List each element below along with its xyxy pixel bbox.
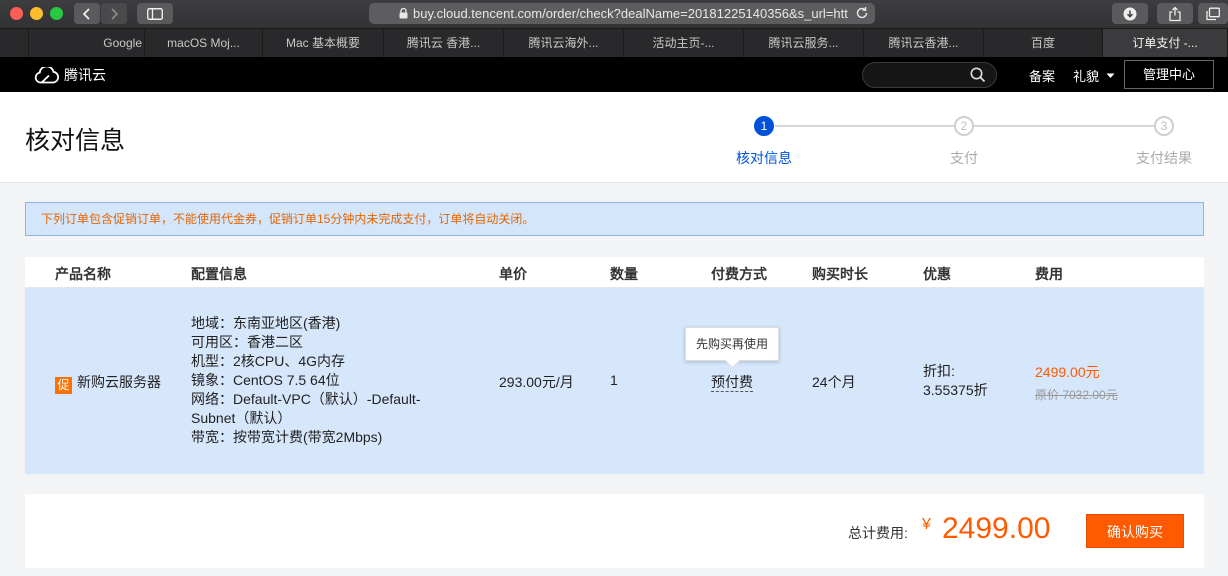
confirm-purchase-button[interactable]: 确认购买 xyxy=(1086,514,1184,548)
order-table: 产品名称 配置信息 单价 数量 付费方式 购买时长 优惠 费用 促新购云服务器 … xyxy=(25,257,1204,474)
discount-value: 3.55375折 xyxy=(923,382,988,398)
lock-icon xyxy=(399,8,408,19)
step-3-indicator: 3 xyxy=(1154,116,1174,136)
total-label: 总计费用: xyxy=(848,525,908,541)
product-cell: 促新购云服务器 xyxy=(55,372,161,394)
chevron-left-icon xyxy=(83,7,90,20)
pay-cell: 预付费 xyxy=(711,372,753,392)
search-icon[interactable] xyxy=(970,67,986,83)
tab-item[interactable]: Mac 基本概要 xyxy=(263,29,384,57)
tab-item[interactable]: 腾讯云海外... xyxy=(504,29,624,57)
tab-item[interactable]: Google xyxy=(29,29,145,57)
config-subnet: Subnet（默认） xyxy=(191,410,292,426)
share-icon xyxy=(1169,6,1181,21)
config-cell: 地域：东南亚地区(香港) 可用区：香港二区 机型：2核CPU、4G内存 镜象：C… xyxy=(191,314,421,447)
browser-toolbar: buy.cloud.tencent.com/order/check?dealNa… xyxy=(0,0,1228,28)
pay-mode-tooltip: 先购买再使用 xyxy=(685,327,779,361)
step-2-indicator: 2 xyxy=(954,116,974,136)
fee-cell: 2499.00元 原价 7032.00元 xyxy=(1035,362,1118,403)
page-title: 核对信息 xyxy=(25,127,126,155)
discount-label: 折扣: xyxy=(923,363,955,379)
share-button[interactable] xyxy=(1157,3,1193,24)
step-1-label: 核对信息 xyxy=(736,150,792,166)
user-menu[interactable]: 礼貌 xyxy=(1073,66,1115,85)
tab-item[interactable]: macOS Moj... xyxy=(145,29,263,57)
step-3-label: 支付结果 xyxy=(1136,150,1192,166)
config-image: 镜象：CentOS 7.5 64位 xyxy=(191,372,340,388)
step-2-label: 支付 xyxy=(950,150,978,166)
order-summary: 总计费用: ¥ 2499.00 确认购买 xyxy=(25,494,1204,568)
step-1-indicator: 1 xyxy=(754,116,774,136)
product-name: 新购云服务器 xyxy=(77,374,161,390)
back-button[interactable] xyxy=(74,3,100,24)
site-header: 腾讯云 备案 礼貌 管理中心 xyxy=(0,57,1228,92)
discount-cell: 折扣: 3.55375折 xyxy=(923,362,988,400)
total-amount: 2499.00 xyxy=(942,512,1051,545)
tab-item[interactable]: 腾讯云香港... xyxy=(864,29,984,57)
username: 礼貌 xyxy=(1073,69,1100,84)
url-text: buy.cloud.tencent.com/order/check?dealNa… xyxy=(413,6,848,21)
address-bar[interactable]: buy.cloud.tencent.com/order/check?dealNa… xyxy=(369,3,875,24)
config-zone: 可用区：香港二区 xyxy=(191,334,303,350)
fee-amount: 2499.00元 xyxy=(1035,364,1100,380)
caret-down-icon xyxy=(1106,73,1115,78)
config-bandwidth: 带宽：按带宽计费(带宽2Mbps) xyxy=(191,429,383,445)
chevron-right-icon xyxy=(111,7,118,20)
promo-tag: 促 xyxy=(55,377,72,394)
close-window-button[interactable] xyxy=(10,7,23,20)
show-tabs-button[interactable] xyxy=(1198,3,1228,24)
reload-icon[interactable] xyxy=(855,6,869,20)
col-duration: 购买时长 xyxy=(812,266,868,282)
sidebar-icon xyxy=(147,7,163,20)
duration-cell: 24个月 xyxy=(812,374,856,390)
config-model: 机型：2核CPU、4G内存 xyxy=(191,353,346,369)
title-area: 核对信息 1 2 3 核对信息 支付 支付结果 xyxy=(0,92,1228,183)
table-row: 促新购云服务器 地域：东南亚地区(香港) 可用区：香港二区 机型：2核CPU、4… xyxy=(25,288,1204,474)
col-pay: 付费方式 xyxy=(711,266,767,282)
col-config: 配置信息 xyxy=(191,266,247,282)
promo-notice: 下列订单包含促销订单，不能使用代金券，促销订单15分钟内未完成支付，订单将自动关… xyxy=(25,202,1204,236)
forward-button[interactable] xyxy=(101,3,127,24)
config-network: 网络：Default-VPC（默认）-Default- xyxy=(191,391,421,407)
tab-item[interactable]: 腾讯云服务... xyxy=(744,29,864,57)
tab-item[interactable]: 腾讯云 香港... xyxy=(384,29,504,57)
col-price: 单价 xyxy=(499,266,527,282)
col-discount: 优惠 xyxy=(923,266,951,282)
minimize-window-button[interactable] xyxy=(30,7,43,20)
zoom-window-button[interactable] xyxy=(50,7,63,20)
tab-item[interactable] xyxy=(0,29,29,57)
tabs-overview-icon xyxy=(1206,7,1220,20)
download-icon xyxy=(1123,7,1137,20)
beian-link[interactable]: 备案 xyxy=(1029,66,1055,85)
tab-item[interactable]: 活动主页-... xyxy=(624,29,744,57)
site-search-input[interactable] xyxy=(862,62,997,88)
tencent-cloud-logo[interactable]: 腾讯云 xyxy=(34,65,106,85)
step-connector xyxy=(974,125,1155,127)
console-button[interactable]: 管理中心 xyxy=(1124,60,1214,89)
qty-cell: 1 xyxy=(610,372,618,388)
col-qty: 数量 xyxy=(610,266,638,282)
sidebar-toggle-button[interactable] xyxy=(137,3,173,24)
downloads-button[interactable] xyxy=(1112,3,1148,24)
fee-original: 原价 7032.00元 xyxy=(1035,388,1118,402)
tab-bar: Google macOS Moj... Mac 基本概要 腾讯云 香港... 腾… xyxy=(0,28,1228,57)
col-product: 产品名称 xyxy=(55,266,111,282)
col-fee: 费用 xyxy=(1035,266,1063,282)
pay-mode-label[interactable]: 预付费 xyxy=(711,374,753,392)
currency-symbol: ¥ xyxy=(922,516,931,533)
price-cell: 293.00元/月 xyxy=(499,374,574,390)
table-header: 产品名称 配置信息 单价 数量 付费方式 购买时长 优惠 费用 xyxy=(25,257,1204,288)
step-connector xyxy=(775,125,955,127)
cloud-logo-icon xyxy=(34,66,59,83)
config-region: 地域：东南亚地区(香港) xyxy=(191,315,341,331)
tab-item[interactable]: 百度 xyxy=(984,29,1103,57)
tab-item-active[interactable]: 订单支付 -... xyxy=(1103,29,1228,57)
